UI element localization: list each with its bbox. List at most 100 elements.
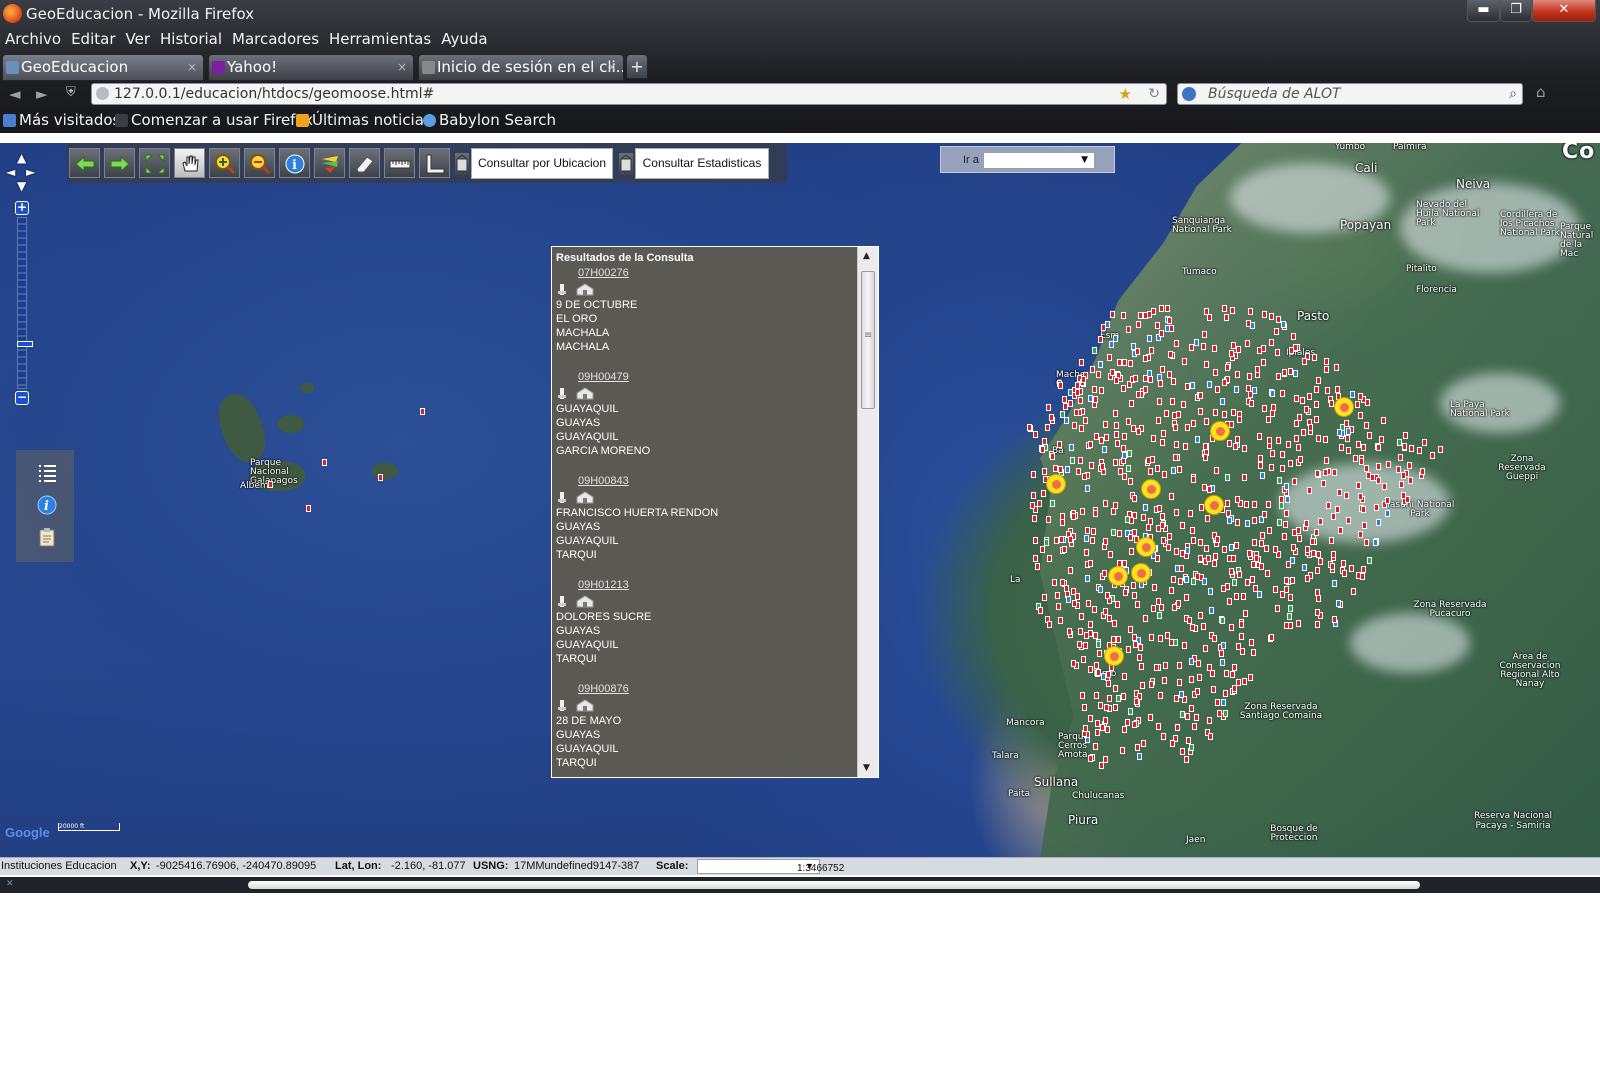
institution-marker[interactable] <box>1040 446 1045 453</box>
institution-marker[interactable] <box>1167 317 1172 324</box>
selected-result-marker[interactable] <box>1210 421 1230 441</box>
institution-marker[interactable] <box>1312 354 1317 361</box>
institution-marker[interactable] <box>1314 386 1319 393</box>
institution-marker[interactable] <box>1242 445 1247 452</box>
institution-marker[interactable] <box>1247 373 1252 380</box>
institution-marker[interactable] <box>1293 370 1298 377</box>
institution-marker[interactable] <box>1088 441 1093 448</box>
institution-marker[interactable] <box>1213 369 1218 376</box>
institution-marker[interactable] <box>1304 520 1309 527</box>
institution-marker[interactable] <box>1225 474 1230 481</box>
institution-marker[interactable] <box>1102 570 1107 577</box>
institution-marker[interactable] <box>1160 522 1165 529</box>
institution-marker[interactable] <box>1183 443 1188 450</box>
institution-marker[interactable] <box>1143 615 1148 622</box>
reload-icon[interactable]: ↻ <box>1148 84 1160 104</box>
institution-marker[interactable] <box>1088 755 1093 762</box>
menu-marcadores[interactable]: Marcadores <box>232 30 319 52</box>
institution-marker[interactable] <box>1254 555 1259 562</box>
institution-marker[interactable] <box>1274 328 1279 335</box>
bookmark-ultimas-noticias[interactable]: Últimas noticias <box>296 111 432 129</box>
institution-marker[interactable] <box>1284 622 1289 629</box>
institution-marker[interactable] <box>1032 515 1037 522</box>
institution-marker[interactable] <box>1262 311 1267 318</box>
institution-marker[interactable] <box>1344 420 1349 427</box>
institution-marker[interactable] <box>1277 519 1282 526</box>
institution-marker[interactable] <box>1129 548 1134 555</box>
institution-marker[interactable] <box>1191 476 1196 483</box>
institution-marker[interactable] <box>1058 466 1063 473</box>
institution-marker[interactable] <box>1169 325 1174 332</box>
institution-marker[interactable] <box>1301 429 1306 436</box>
result-code-link[interactable]: 09H00876 <box>578 683 629 695</box>
institution-marker[interactable] <box>1075 382 1080 389</box>
institution-marker[interactable] <box>1106 671 1111 678</box>
institution-marker[interactable] <box>1207 314 1212 321</box>
institution-marker[interactable] <box>1141 514 1146 521</box>
institution-marker[interactable] <box>1189 658 1194 665</box>
institution-marker[interactable] <box>1121 693 1126 700</box>
institution-marker[interactable] <box>1337 429 1342 436</box>
institution-marker[interactable] <box>1212 635 1217 642</box>
institution-marker[interactable] <box>1166 544 1171 551</box>
institution-marker[interactable] <box>1056 603 1061 610</box>
institution-marker[interactable] <box>1122 433 1127 440</box>
institution-marker[interactable] <box>1318 518 1323 525</box>
institution-marker[interactable] <box>1332 616 1337 623</box>
institution-marker[interactable] <box>1231 555 1236 562</box>
institution-marker[interactable] <box>1114 431 1119 438</box>
institution-marker[interactable] <box>1346 428 1351 435</box>
institution-marker[interactable] <box>1356 482 1361 489</box>
institution-marker[interactable] <box>1085 485 1090 492</box>
institution-marker[interactable] <box>1207 381 1212 388</box>
institution-marker[interactable] <box>1160 439 1165 446</box>
institution-marker[interactable] <box>1242 678 1247 685</box>
institution-marker[interactable] <box>1107 695 1112 702</box>
institution-marker[interactable] <box>1197 674 1202 681</box>
institution-marker[interactable] <box>1190 382 1195 389</box>
institution-marker[interactable] <box>1094 692 1099 699</box>
institution-marker[interactable] <box>1162 471 1167 478</box>
menu-herramientas[interactable]: Herramientas <box>329 30 431 52</box>
institution-marker[interactable] <box>1265 570 1270 577</box>
institution-marker[interactable] <box>1281 321 1286 328</box>
institution-marker[interactable] <box>1280 451 1285 458</box>
institution-marker[interactable] <box>1231 409 1236 416</box>
institution-marker[interactable] <box>306 505 311 512</box>
institution-marker[interactable] <box>1335 386 1340 393</box>
institution-marker[interactable] <box>1287 613 1292 620</box>
search-engine-icon[interactable] <box>1182 87 1196 101</box>
tab-geoeducacion[interactable]: GeoEducacion × <box>2 54 204 81</box>
institution-marker[interactable] <box>1189 705 1194 712</box>
institution-marker[interactable] <box>1155 322 1160 329</box>
institution-marker[interactable] <box>1101 324 1106 331</box>
institution-marker[interactable] <box>1202 578 1207 585</box>
institution-marker[interactable] <box>1338 527 1343 534</box>
institution-marker[interactable] <box>1376 444 1381 451</box>
institution-marker[interactable] <box>1297 414 1302 421</box>
institution-marker[interactable] <box>1233 443 1238 450</box>
institution-marker[interactable] <box>1367 432 1372 439</box>
layers-list-icon[interactable] <box>36 462 58 484</box>
institution-marker[interactable] <box>1417 447 1422 454</box>
institution-marker[interactable] <box>1185 424 1190 431</box>
institution-marker[interactable] <box>1167 371 1172 378</box>
institution-marker[interactable] <box>1215 699 1220 706</box>
institution-marker[interactable] <box>1222 379 1227 386</box>
institution-marker[interactable] <box>1206 555 1211 562</box>
zoom-in-button[interactable]: + <box>15 201 29 215</box>
institution-marker[interactable] <box>1296 527 1301 534</box>
institution-marker[interactable] <box>1249 400 1254 407</box>
institution-marker[interactable] <box>1027 424 1032 431</box>
institution-marker[interactable] <box>1058 617 1063 624</box>
institution-marker[interactable] <box>1364 422 1369 429</box>
institution-marker[interactable] <box>1174 548 1179 555</box>
institution-marker[interactable] <box>1185 713 1190 720</box>
result-code-link[interactable]: 07H00276 <box>578 267 629 279</box>
institution-marker[interactable] <box>1282 369 1287 376</box>
institution-marker[interactable] <box>1300 397 1305 404</box>
institution-marker[interactable] <box>1318 558 1323 565</box>
institution-marker[interactable] <box>1059 536 1064 543</box>
institution-marker[interactable] <box>1239 633 1244 640</box>
institution-marker[interactable] <box>1222 546 1227 553</box>
